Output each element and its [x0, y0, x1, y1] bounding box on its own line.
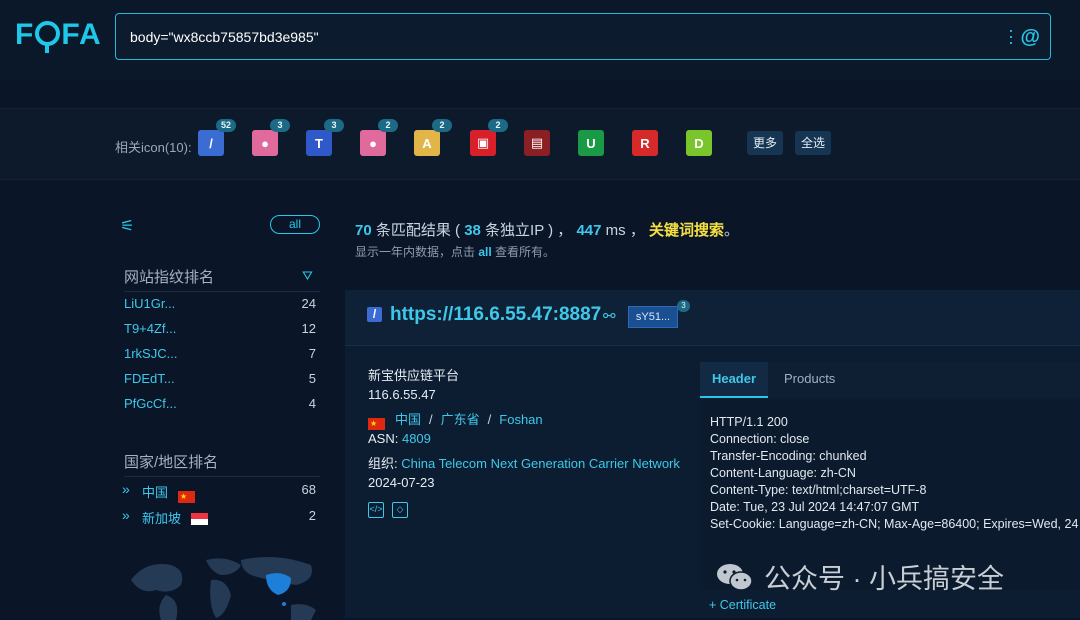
org-link[interactable]: China Telecom Next Generation Carrier Ne…: [401, 456, 680, 471]
world-map[interactable]: [126, 550, 326, 620]
search-box[interactable]: ··· @: [115, 13, 1051, 60]
result-subtext: 显示一年内数据，点击 all 查看所有。: [355, 245, 556, 259]
pink-blob-favicon-2-icon[interactable]: ● 2: [360, 119, 398, 156]
icon-count-badge: 3: [324, 119, 344, 132]
more-button[interactable]: 更多: [747, 131, 784, 155]
select-all-button[interactable]: 全选: [795, 131, 832, 155]
fingerprint-count: 12: [301, 321, 316, 336]
code-icon[interactable]: </>: [368, 502, 384, 518]
result-date: 2024-07-23: [368, 475, 435, 490]
fingerprint-name: 1rkSJC...: [124, 346, 178, 361]
wechat-icon: [717, 563, 753, 591]
icon-count-badge: 2: [378, 119, 398, 132]
search-input[interactable]: [128, 24, 972, 50]
province-link[interactable]: 广东省: [441, 412, 480, 427]
country-row-singapore[interactable]: » 新加坡 2: [122, 507, 316, 530]
filter-sidebar: ⚟ all 网站指纹排名 ⛛ LiU1Gr... 24 T9+4Zf... 12 1rk…: [112, 200, 332, 620]
icon-count-badge: 2: [488, 119, 508, 132]
fingerprint-rank-row[interactable]: FDEdT... 5: [124, 371, 316, 393]
search-icon[interactable]: @: [1020, 26, 1040, 49]
fingerprint-count: 5: [308, 371, 316, 386]
country-link[interactable]: 中国: [395, 412, 421, 427]
related-icons-bar: 相关icon(10): /52 ● 3 T 3 ● 2 A 2 ▣ 2 ▤ U R D 更多 全选: [0, 108, 1080, 180]
location-row: ★ 中国 / 广东省 / Foshan: [368, 412, 543, 430]
fingerprint-name: PfGcCf...: [124, 396, 177, 411]
header-line: Content-Language: zh-CN: [710, 466, 856, 480]
wechat-watermark: 公众号 · 小兵搞安全: [716, 557, 1004, 596]
gold-coin-favicon-icon[interactable]: A2: [414, 119, 452, 156]
fingerprint-rank-row[interactable]: PfGcCf... 4: [124, 396, 316, 418]
fingerprint-rank-row[interactable]: LiU1Gr... 24: [124, 296, 316, 318]
header-line: Content-Type: text/html;charset=UTF-8: [710, 483, 927, 497]
fingerprint-rank-row[interactable]: T9+4Zf... 12: [124, 321, 316, 343]
tag-count-badge: 3: [677, 300, 690, 312]
fingerprint-name: T9+4Zf...: [124, 321, 177, 336]
header-line: Set-Cookie: Language=zh-CN; Max-Age=8640…: [710, 517, 1079, 531]
result-actions: </> ◇: [368, 500, 416, 518]
site-title: 新宝供应链平台: [368, 368, 460, 383]
fingerprint-name: LiU1Gr...: [124, 296, 176, 311]
country-row-china[interactable]: » 中国 ★ 68: [122, 481, 316, 504]
detail-tabs: Header Products: [700, 362, 1080, 398]
fingerprint-count: 4: [308, 396, 316, 411]
link-icon[interactable]: ⚯: [603, 307, 616, 325]
tab-header[interactable]: Header: [700, 362, 768, 398]
fingerprint-name: FDEdT...: [124, 371, 175, 386]
more-options-icon[interactable]: · · ·: [1008, 21, 1014, 51]
lime-favicon-icon[interactable]: D: [686, 130, 712, 156]
funnel-icon[interactable]: ⛛: [302, 268, 313, 284]
icon-count-badge: 3: [270, 119, 290, 132]
divider: [124, 476, 320, 477]
fingerprint-tag[interactable]: sY51...: [628, 306, 678, 328]
fofa-logo[interactable]: F FA: [15, 18, 102, 53]
bolt-favicon-icon[interactable]: /52: [198, 119, 236, 156]
certificate-toggle[interactable]: + Certificate: [709, 598, 776, 612]
asn-row: ASN: 4809: [368, 431, 431, 446]
header-line: HTTP/1.1 200: [710, 415, 788, 429]
country-count: 2: [308, 508, 316, 523]
fingerprint-rank-title: 网站指纹排名: [124, 269, 215, 286]
singapore-flag-icon: [191, 513, 209, 525]
header-line: Connection: close: [710, 432, 810, 446]
icon-count-badge: 52: [216, 119, 236, 132]
header-line: Transfer-Encoding: chunked: [710, 449, 867, 463]
double-chevron-icon: »: [122, 481, 130, 497]
site-favicon: /: [367, 307, 382, 322]
result-url-link[interactable]: https://116.6.55.47:8887: [390, 304, 601, 326]
red-box-favicon-icon[interactable]: ▣ 2: [470, 119, 508, 156]
fingerprint-rank-row[interactable]: 1rkSJC... 7: [124, 346, 316, 368]
divider: [124, 291, 320, 292]
green-u-favicon-icon[interactable]: U: [578, 130, 604, 156]
red-r-favicon-icon[interactable]: R: [632, 130, 658, 156]
org-row: 组织: China Telecom Next Generation Carrie…: [368, 456, 680, 471]
all-toggle[interactable]: all: [270, 215, 320, 234]
pink-blob-favicon-icon[interactable]: ● 3: [252, 119, 290, 156]
related-icons-label: 相关icon(10):: [115, 140, 192, 155]
double-chevron-icon: »: [122, 507, 130, 523]
show-all-link[interactable]: all: [478, 245, 491, 259]
header-line: Date: Tue, 23 Jul 2024 14:47:07 GMT: [710, 500, 920, 514]
icon-count-badge: 2: [432, 119, 452, 132]
top-bar: FFA ··· @: [0, 0, 1080, 80]
china-flag-icon: ★: [178, 491, 196, 503]
ot-favicon-icon[interactable]: T3: [306, 119, 344, 156]
ip-link[interactable]: 116.6.55.47: [368, 387, 436, 402]
result-card-header: / https://116.6.55.47:8887 ⚯ sY51... 3: [345, 290, 1080, 346]
country-rank-title: 国家/地区排名: [124, 454, 219, 471]
country-count: 68: [301, 482, 316, 497]
china-flag-icon: ★: [368, 418, 385, 430]
fingerprint-count: 7: [308, 346, 316, 361]
result-summary: 70 条匹配结果 ( 38 条独立IP ) ， 447 ms ， 关键词搜索。: [355, 222, 740, 239]
asn-link[interactable]: 4809: [402, 431, 431, 446]
fingerprint-count: 24: [301, 296, 316, 311]
tab-products[interactable]: Products: [784, 362, 835, 396]
dark-red-favicon-icon[interactable]: ▤: [524, 130, 550, 156]
keyword-search-link[interactable]: 关键词搜索: [649, 222, 724, 239]
cube-icon[interactable]: ◇: [392, 502, 408, 518]
filter-sliders-icon[interactable]: ⚟: [120, 216, 134, 236]
city-link[interactable]: Foshan: [499, 412, 542, 427]
